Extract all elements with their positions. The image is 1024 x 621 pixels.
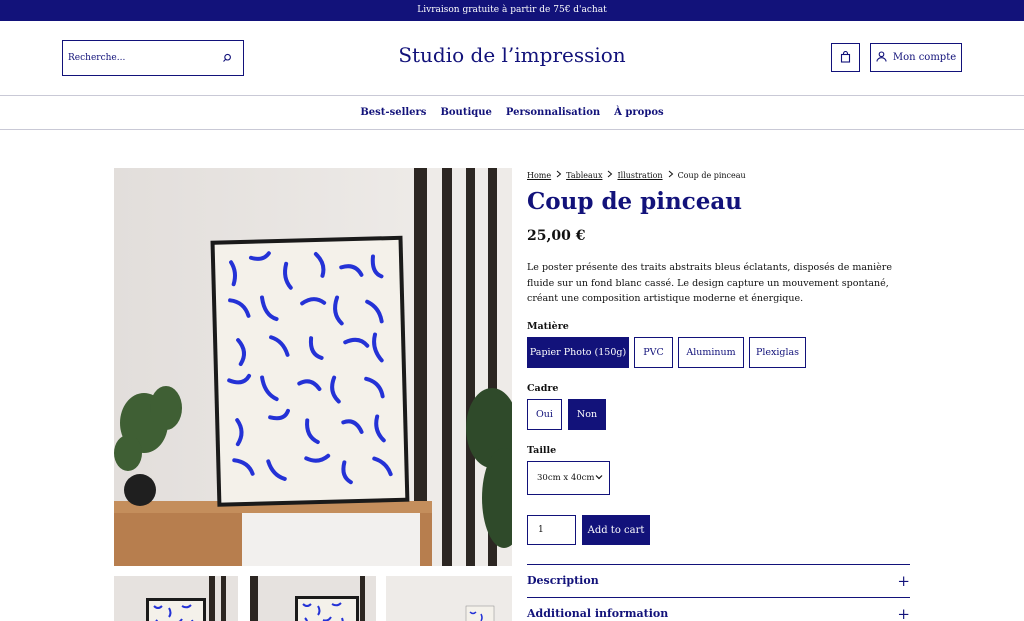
account-label: Mon compte <box>892 52 957 63</box>
breadcrumb-illustration[interactable]: Illustration <box>617 171 662 180</box>
product-thumbnail-1[interactable] <box>114 576 238 621</box>
accordion-additional-information[interactable]: Additional information + <box>527 597 910 621</box>
chevron-right-icon <box>667 170 674 180</box>
frame-option-oui[interactable]: Oui <box>527 399 562 430</box>
product-price: 25,00 € <box>527 228 586 244</box>
cart-button[interactable] <box>831 43 860 72</box>
announcement-bar: Livraison gratuite à partir de 75€ d'ach… <box>0 0 1024 21</box>
product-main-image[interactable] <box>114 168 512 566</box>
chevron-right-icon <box>555 170 562 180</box>
material-option-plexiglas[interactable]: Plexiglas <box>749 337 806 368</box>
accordion-description-label: Description <box>527 574 599 587</box>
quantity-input[interactable]: 1 <box>527 515 576 545</box>
product-thumbnail-2[interactable] <box>250 576 376 621</box>
breadcrumb-home[interactable]: Home <box>527 171 551 180</box>
material-option-aluminum[interactable]: Aluminum <box>678 337 744 368</box>
plus-icon: + <box>897 571 910 590</box>
breadcrumb-tableaux[interactable]: Tableaux <box>566 171 602 180</box>
size-select[interactable]: 30cm x 40cm <box>527 461 610 495</box>
product-thumbnail-3[interactable] <box>386 576 512 621</box>
nav-item-personnalisation[interactable]: Personnalisation <box>506 107 600 118</box>
account-button[interactable]: Mon compte <box>870 43 962 72</box>
chevron-right-icon <box>606 170 613 180</box>
size-label: Taille <box>527 445 557 456</box>
material-option-pvc[interactable]: PVC <box>634 337 673 368</box>
product-title: Coup de pinceau <box>527 188 742 215</box>
material-label: Matière <box>527 321 569 332</box>
nav-item-boutique[interactable]: Boutique <box>440 107 491 118</box>
material-option-papier-photo[interactable]: Papier Photo (150g) <box>527 337 629 368</box>
frame-label: Cadre <box>527 383 559 394</box>
breadcrumb-current: Coup de pinceau <box>677 170 746 180</box>
nav-item-best-sellers[interactable]: Best-sellers <box>360 107 426 118</box>
site-header: Studio de l’impression Mon compte <box>0 21 1024 96</box>
frame-option-non[interactable]: Non <box>568 399 606 430</box>
size-select-value: 30cm x 40cm <box>537 473 595 483</box>
plus-icon: + <box>897 604 910 621</box>
chevron-down-icon <box>595 473 603 483</box>
main-nav: Best-sellers Boutique Personnalisation À… <box>0 96 1024 130</box>
accordion-description[interactable]: Description + <box>527 564 910 596</box>
shopping-bag-icon <box>840 48 851 67</box>
accordion-additional-label: Additional information <box>527 607 669 620</box>
product-description: Le poster présente des traits abstraits … <box>527 262 892 304</box>
breadcrumb: Home Tableaux Illustration Coup de pince… <box>527 170 746 180</box>
user-icon <box>876 50 887 65</box>
add-to-cart-button[interactable]: Add to cart <box>582 515 650 545</box>
nav-item-a-propos[interactable]: À propos <box>614 107 663 118</box>
